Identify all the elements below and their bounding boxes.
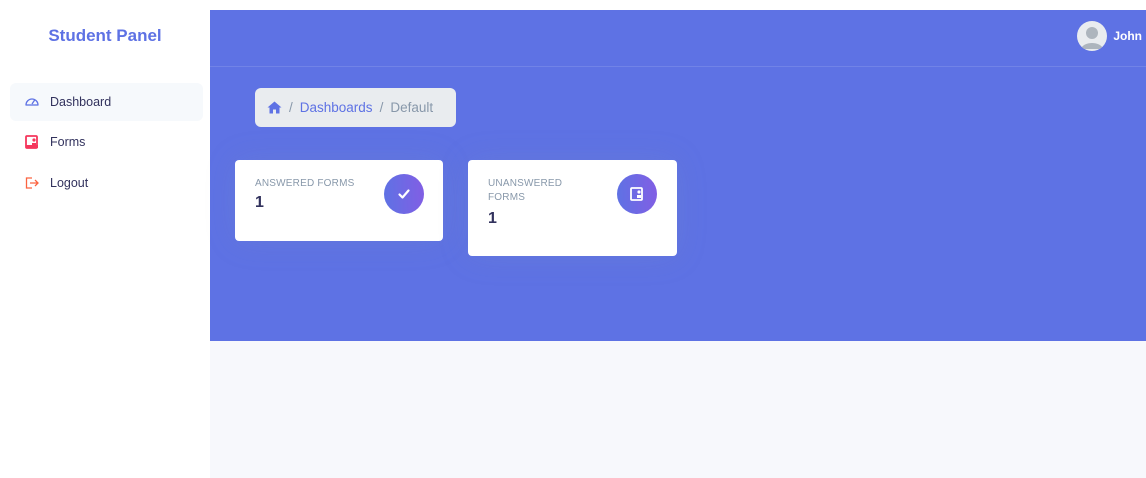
sidebar-item-label: Dashboard [50, 95, 112, 109]
breadcrumb-current: Default [390, 100, 434, 115]
sidebar: Student Panel Dashboard Forms Logout [0, 0, 210, 478]
sidebar-item-dashboard[interactable]: Dashboard [10, 83, 203, 121]
user-name: John [1113, 29, 1142, 43]
topbar-divider [210, 66, 1146, 67]
content-area [210, 341, 1146, 478]
stat-card-answered: ANSWERED FORMS 1 [235, 160, 443, 241]
sidebar-item-label: Logout [50, 176, 89, 190]
breadcrumb-separator: / [379, 100, 384, 115]
stat-card-unanswered: UNANSWERED FORMS 1 [468, 160, 677, 256]
stat-title: UNANSWERED FORMS [488, 178, 563, 203]
stat-value: 1 [488, 210, 497, 227]
breadcrumb-dashboards[interactable]: Dashboards [300, 100, 373, 115]
breadcrumb-separator: / [289, 100, 293, 115]
stat-value: 1 [255, 194, 264, 211]
form-icon [617, 174, 657, 214]
sidebar-item-label: Forms [50, 135, 86, 149]
dashboard-gauge-icon [24, 94, 40, 110]
sidebar-item-forms[interactable]: Forms [10, 123, 203, 161]
sidebar-item-logout[interactable]: Logout [10, 164, 203, 202]
breadcrumb: / Dashboards / Default [255, 88, 456, 127]
brand-title[interactable]: Student Panel [0, 26, 210, 46]
user-menu[interactable]: John [1077, 21, 1142, 51]
logout-icon [24, 175, 40, 191]
forms-icon [24, 134, 40, 150]
check-icon [384, 174, 424, 214]
stat-title: ANSWERED FORMS [255, 178, 355, 189]
avatar [1077, 21, 1108, 51]
home-icon[interactable] [267, 101, 282, 114]
